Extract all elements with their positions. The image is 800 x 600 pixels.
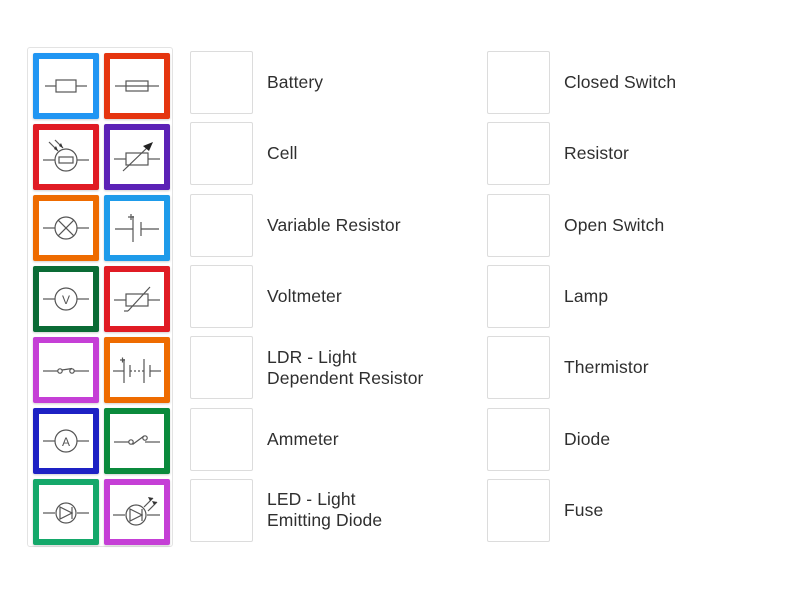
answer-row: Ammeter	[190, 403, 480, 474]
answer-column-right: Closed Switch Resistor Open Switch Lamp …	[487, 47, 787, 546]
drop-target-cell[interactable]	[190, 122, 253, 186]
cell-icon	[115, 214, 159, 242]
closed-switch-icon	[114, 435, 160, 445]
answer-label: Battery	[267, 72, 324, 93]
drop-target-battery[interactable]	[190, 51, 253, 115]
answer-row: Variable Resistor	[190, 190, 480, 261]
tile-voltmeter[interactable]: V	[33, 266, 99, 332]
drop-target-ldr[interactable]	[190, 336, 253, 400]
open-switch-icon	[43, 367, 89, 374]
answer-row: Battery	[190, 47, 480, 118]
symbol-tile-tray: V A	[27, 47, 173, 547]
tile-led[interactable]	[104, 479, 170, 545]
drop-target-open-switch[interactable]	[487, 193, 550, 257]
tile-ldr[interactable]	[33, 124, 99, 190]
fuse-icon	[115, 80, 159, 92]
answer-row: Resistor	[487, 118, 787, 189]
tile-battery[interactable]	[104, 337, 170, 403]
answer-column-left: Battery Cell Variable Resistor Voltmeter…	[190, 47, 480, 546]
svg-text:V: V	[62, 293, 70, 307]
tile-ammeter[interactable]: A	[33, 408, 99, 474]
drop-target-fuse[interactable]	[487, 478, 550, 542]
tile-closed-switch[interactable]	[104, 408, 170, 474]
tile-resistor[interactable]	[33, 53, 99, 119]
answer-label: Variable Resistor	[267, 214, 401, 235]
answer-row: Thermistor	[487, 332, 787, 403]
answer-row: Cell	[190, 118, 480, 189]
answer-label: Closed Switch	[564, 72, 677, 93]
answer-label: LDR - Light Dependent Resistor	[267, 346, 424, 388]
drop-target-lamp[interactable]	[487, 265, 550, 329]
answer-row: Open Switch	[487, 190, 787, 261]
battery-icon	[113, 357, 161, 383]
tile-fuse[interactable]	[104, 53, 170, 119]
answer-row: Fuse	[487, 475, 787, 546]
answer-label: LED - Light Emitting Diode	[267, 489, 383, 531]
answer-row: LED - Light Emitting Diode	[190, 475, 480, 546]
answer-label: Open Switch	[564, 214, 665, 235]
drop-target-diode[interactable]	[487, 407, 550, 471]
lamp-icon	[43, 216, 89, 240]
answer-label: Thermistor	[564, 357, 649, 378]
led-icon	[113, 497, 160, 526]
answer-row: LDR - Light Dependent Resistor	[190, 332, 480, 403]
drop-target-led[interactable]	[190, 478, 253, 542]
drop-target-ammeter[interactable]	[190, 407, 253, 471]
answer-row: Diode	[487, 403, 787, 474]
drop-target-resistor[interactable]	[487, 122, 550, 186]
answer-label: Cell	[267, 143, 298, 164]
answer-row: Voltmeter	[190, 261, 480, 332]
answer-label: Diode	[564, 428, 611, 449]
answer-row: Lamp	[487, 261, 787, 332]
answer-row: Closed Switch	[487, 47, 787, 118]
drop-target-variable-resistor[interactable]	[190, 193, 253, 257]
answer-label: Voltmeter	[267, 286, 342, 307]
answer-label: Ammeter	[267, 428, 339, 449]
drop-target-thermistor[interactable]	[487, 336, 550, 400]
tile-grid: V A	[33, 53, 172, 549]
ammeter-icon: A	[43, 429, 89, 453]
resistor-icon	[45, 79, 87, 93]
variable-resistor-icon	[114, 142, 160, 172]
answer-label: Fuse	[564, 499, 604, 520]
drop-target-closed-switch[interactable]	[487, 51, 550, 115]
tile-lamp[interactable]	[33, 195, 99, 261]
drop-target-voltmeter[interactable]	[190, 265, 253, 329]
tile-diode[interactable]	[33, 479, 99, 545]
svg-text:A: A	[62, 435, 70, 449]
ldr-icon	[43, 139, 89, 172]
tile-variable-resistor[interactable]	[104, 124, 170, 190]
answer-label: Lamp	[564, 286, 609, 307]
diode-icon	[43, 502, 89, 524]
voltmeter-icon: V	[43, 287, 89, 311]
tile-open-switch[interactable]	[33, 337, 99, 403]
tile-thermistor[interactable]	[104, 266, 170, 332]
thermistor-icon	[114, 286, 160, 312]
answer-label: Resistor	[564, 143, 629, 164]
tile-cell[interactable]	[104, 195, 170, 261]
